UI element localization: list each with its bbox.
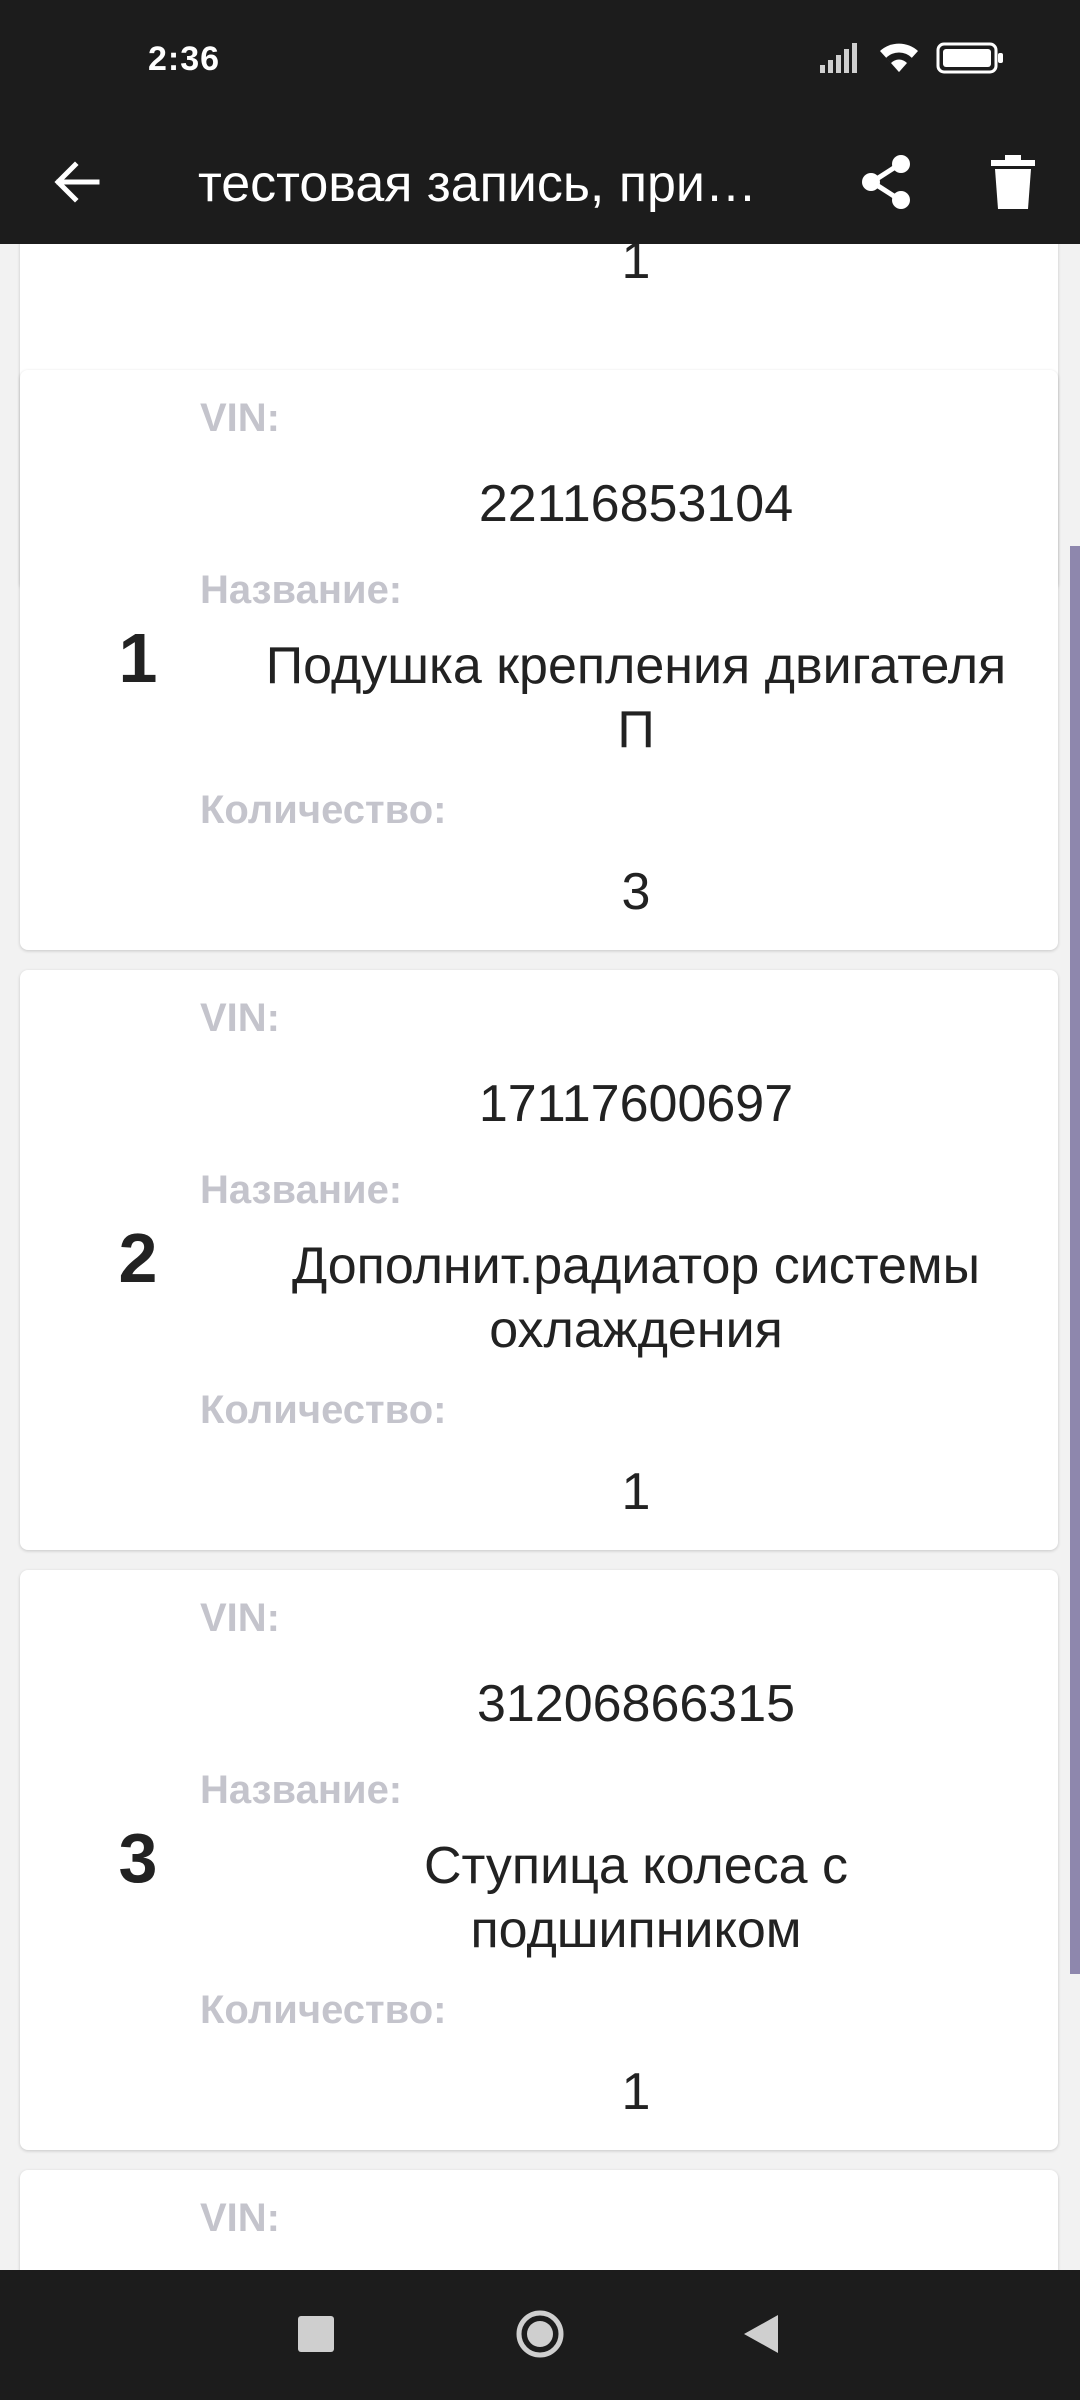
item-name: Ступица колеса с подшипником — [423, 1837, 849, 1959]
quantity-label: Количество: — [200, 788, 447, 832]
item-name: Подушка крепления двигателя П — [265, 637, 1007, 759]
list-item[interactable]: 2 VIN: 17117600697 Название: Дополнит.ра… — [20, 970, 1058, 1550]
delete-button[interactable] — [975, 146, 1051, 222]
item-vin: 22116853104 — [478, 475, 794, 533]
item-quantity: 3 — [621, 863, 651, 921]
quantity-label: Количество: — [200, 1388, 447, 1432]
square-icon — [298, 2315, 334, 2357]
vin-label: VIN: — [200, 996, 280, 1040]
item-quantity: 1 — [621, 244, 651, 290]
home-button[interactable] — [500, 2296, 580, 2376]
triangle-back-icon — [740, 2313, 780, 2360]
back-button[interactable] — [40, 148, 112, 220]
wifi-icon — [878, 42, 920, 79]
item-vin: 17117600697 — [478, 1075, 794, 1133]
quantity-label: Количество: — [200, 1988, 447, 2032]
trash-icon — [991, 154, 1035, 214]
item-quantity: 1 — [621, 2063, 651, 2121]
arrow-left-icon — [51, 157, 101, 212]
item-vin: 31206866315 — [476, 1675, 796, 1733]
system-nav-bar — [0, 2270, 1080, 2400]
back-nav-button[interactable] — [720, 2296, 800, 2376]
vin-label: VIN: — [200, 2196, 280, 2240]
app-bar: тестовая запись, при… — [0, 122, 1080, 244]
status-bar: 2:36 — [0, 0, 1080, 122]
status-time: 2:36 — [148, 40, 221, 78]
status-icons — [820, 42, 1004, 79]
page-title: тестовая запись, при… — [198, 155, 757, 213]
item-name: Дополнит.радиатор системы охлаждения — [291, 1237, 981, 1359]
recents-button[interactable] — [276, 2296, 356, 2376]
scrollbar-thumb[interactable] — [1070, 546, 1080, 1974]
share-icon — [858, 154, 914, 215]
vin-label: VIN: — [200, 396, 280, 440]
signal-icon — [820, 43, 862, 78]
circle-icon — [515, 2309, 565, 2364]
list-item[interactable]: 3 VIN: 31206866315 Название: Ступица кол… — [20, 1570, 1058, 2150]
battery-icon — [936, 42, 1004, 79]
list-item[interactable]: 1 VIN: 22116853104 Название: Подушка кре… — [20, 370, 1058, 950]
share-button[interactable] — [848, 146, 924, 222]
list-item[interactable]: VIN: — [20, 2170, 1058, 2270]
name-label: Название: — [200, 568, 403, 612]
vin-label: VIN: — [200, 1596, 280, 1640]
item-quantity: 1 — [621, 1463, 651, 1521]
name-label: Название: — [200, 1768, 403, 1812]
name-label: Название: — [200, 1168, 403, 1212]
items-list[interactable]: 1 1 VIN: 22116853104 Название: Подушка к… — [0, 244, 1080, 2270]
